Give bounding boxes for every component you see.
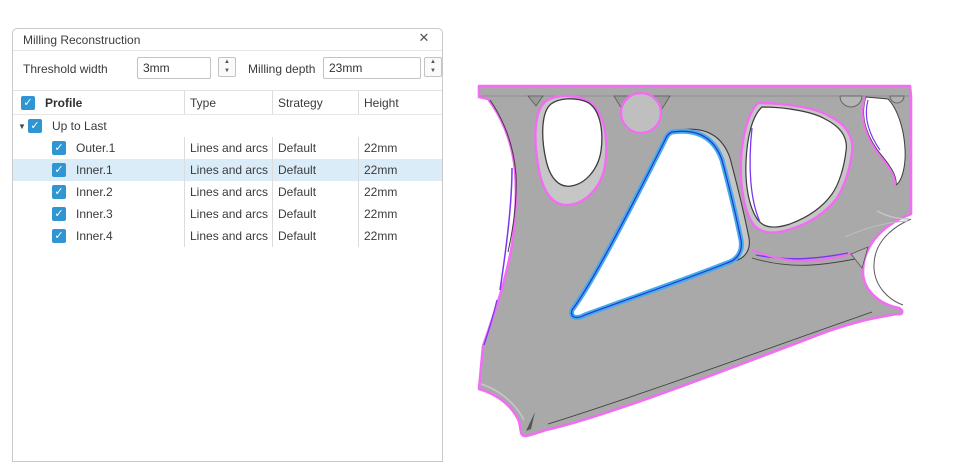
profile-height: 22mm bbox=[358, 181, 442, 203]
profile-type: Lines and arcs bbox=[184, 225, 272, 247]
profile-type: Lines and arcs bbox=[184, 203, 272, 225]
header-profile: ✓ Profile bbox=[13, 95, 184, 110]
profile-name: Inner.1 bbox=[76, 163, 113, 177]
profile-column-label: Profile bbox=[45, 95, 83, 110]
profile-strategy: Default bbox=[272, 203, 358, 225]
profile-type: Lines and arcs bbox=[184, 159, 272, 181]
spin-down-icon[interactable]: ▼ bbox=[425, 67, 441, 76]
type-column-label: Type bbox=[184, 91, 272, 114]
milling-depth-input[interactable] bbox=[323, 57, 421, 79]
profile-name: Inner.4 bbox=[76, 229, 113, 243]
profile-strategy: Default bbox=[272, 225, 358, 247]
row-checkbox[interactable]: ✓ bbox=[52, 207, 66, 221]
profile-name: Outer.1 bbox=[76, 141, 116, 155]
table-row-selected[interactable]: ✓ Inner.1 Lines and arcs Default 22mm bbox=[13, 159, 442, 181]
expander-icon[interactable]: ▼ bbox=[16, 122, 28, 131]
spin-down-icon[interactable]: ▼ bbox=[219, 67, 235, 76]
group-label: Up to Last bbox=[52, 119, 107, 133]
select-all-checkbox[interactable]: ✓ bbox=[21, 95, 35, 110]
group-checkbox[interactable]: ✓ bbox=[28, 119, 42, 133]
profile-strategy: Default bbox=[272, 137, 358, 159]
profile-strategy: Default bbox=[272, 159, 358, 181]
spin-up-icon[interactable]: ▲ bbox=[219, 58, 235, 67]
profile-circle-boss[interactable] bbox=[619, 91, 663, 135]
controls-row: Threshold width ▲ ▼ Milling depth ▲ ▼ bbox=[13, 51, 442, 87]
profile-height: 22mm bbox=[358, 225, 442, 247]
row-checkbox[interactable]: ✓ bbox=[52, 229, 66, 243]
profile-height: 22mm bbox=[358, 159, 442, 181]
milling-depth-label: Milling depth bbox=[248, 62, 316, 76]
height-column-label: Height bbox=[358, 91, 442, 114]
milling-depth-stepper: ▲ ▼ bbox=[424, 57, 442, 77]
profiles-table: ✓ Profile Type Strategy Height ▼ ✓ Up to… bbox=[13, 90, 442, 247]
dialog-titlebar: Milling Reconstruction ✕ bbox=[13, 29, 442, 48]
row-checkbox[interactable]: ✓ bbox=[52, 185, 66, 199]
profile-type: Lines and arcs bbox=[184, 181, 272, 203]
threshold-width-stepper: ▲ ▼ bbox=[218, 57, 236, 77]
strategy-column-label: Strategy bbox=[272, 91, 358, 114]
table-row[interactable]: ✓ Inner.2 Lines and arcs Default 22mm bbox=[13, 181, 442, 203]
profile-type: Lines and arcs bbox=[184, 137, 272, 159]
row-checkbox[interactable]: ✓ bbox=[52, 163, 66, 177]
profile-height: 22mm bbox=[358, 203, 442, 225]
threshold-width-input[interactable] bbox=[137, 57, 211, 79]
profile-strategy: Default bbox=[272, 181, 358, 203]
profile-height: 22mm bbox=[358, 137, 442, 159]
table-group-row[interactable]: ▼ ✓ Up to Last bbox=[13, 115, 442, 137]
table-row[interactable]: ✓ Inner.4 Lines and arcs Default 22mm bbox=[13, 225, 442, 247]
dialog-title: Milling Reconstruction bbox=[23, 33, 141, 47]
spin-up-icon[interactable]: ▲ bbox=[425, 58, 441, 67]
table-row[interactable]: ✓ Outer.1 Lines and arcs Default 22mm bbox=[13, 137, 442, 159]
milling-reconstruction-dialog: Milling Reconstruction ✕ Threshold width… bbox=[12, 28, 443, 462]
profile-name: Inner.2 bbox=[76, 185, 113, 199]
threshold-width-label: Threshold width bbox=[23, 62, 108, 76]
table-header-row: ✓ Profile Type Strategy Height bbox=[13, 90, 442, 115]
profile-name: Inner.3 bbox=[76, 207, 113, 221]
row-checkbox[interactable]: ✓ bbox=[52, 141, 66, 155]
app-window: { "panel": { "title": "Milling Reconstru… bbox=[0, 0, 957, 466]
table-row[interactable]: ✓ Inner.3 Lines and arcs Default 22mm bbox=[13, 203, 442, 225]
close-icon[interactable]: ✕ bbox=[416, 30, 432, 46]
